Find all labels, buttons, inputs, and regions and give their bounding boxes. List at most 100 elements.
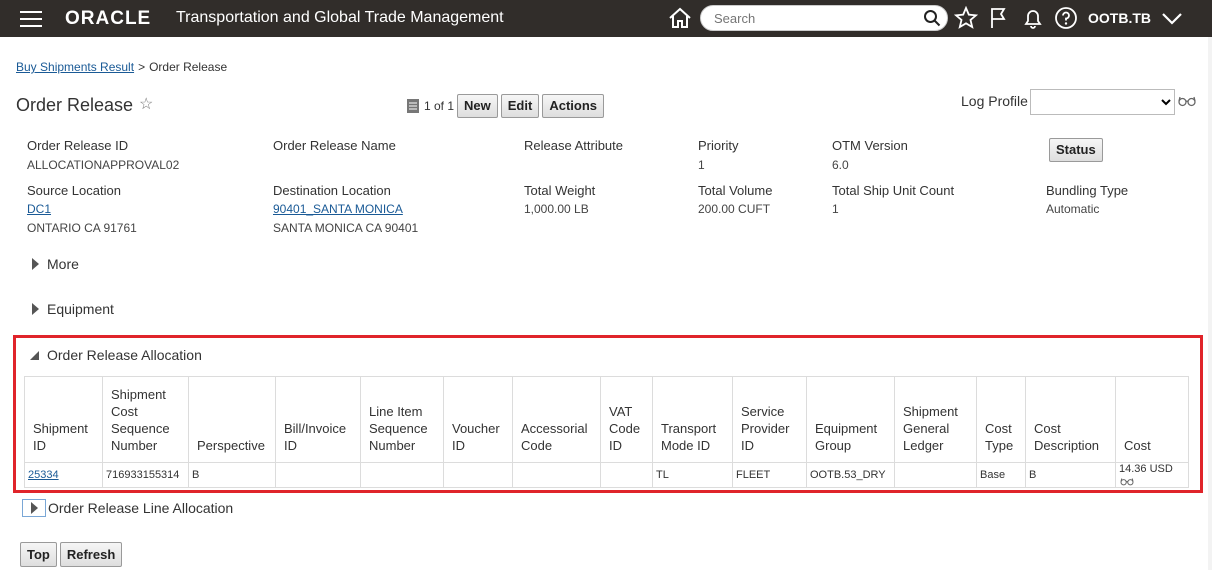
- col-header[interactable]: Cost: [1115, 376, 1189, 463]
- cell-general-ledger: [894, 462, 977, 488]
- allocation-table: Shipment ID Shipment Cost Sequence Numbe…: [24, 376, 1189, 488]
- app-header: ORACLE Transportation and Global Trade M…: [0, 0, 1212, 37]
- favorites-star-icon[interactable]: [954, 6, 978, 30]
- order-release-id-label: Order Release ID: [27, 138, 129, 153]
- section-line-allocation-toggle[interactable]: Order Release Line Allocation: [22, 499, 233, 517]
- col-header[interactable]: Cost Type: [976, 376, 1026, 463]
- cell-cost-description: B: [1025, 462, 1116, 488]
- release-attribute-label: Release Attribute: [524, 138, 624, 153]
- destination-location-link[interactable]: 90401_SANTA MONICA: [273, 202, 403, 216]
- favorite-star-icon[interactable]: ☆: [139, 94, 153, 114]
- destination-location-address: SANTA MONICA CA 90401: [273, 221, 419, 235]
- section-more-label: More: [47, 256, 79, 272]
- order-release-id-value: ALLOCATIONAPPROVAL02: [27, 158, 180, 172]
- col-header[interactable]: Shipment ID: [24, 376, 103, 463]
- log-profile-select[interactable]: [1030, 89, 1175, 115]
- cell-shipment-id[interactable]: 25334: [24, 462, 103, 488]
- record-pager: 1 of 1 New Edit Actions: [406, 94, 604, 118]
- log-profile-label: Log Profile: [961, 93, 1028, 109]
- cell-cost: 14.36 USD: [1115, 462, 1189, 488]
- cell-perspective: B: [188, 462, 276, 488]
- cell-transport-mode: TL: [652, 462, 733, 488]
- shipment-id-link[interactable]: 25334: [28, 469, 59, 481]
- total-ship-unit-count-value: 1: [832, 202, 839, 216]
- bundling-type-label: Bundling Type: [1046, 183, 1129, 198]
- priority-label: Priority: [698, 138, 739, 153]
- table-row: 25334 716933155314 B TL FLEET OOTB.53_DR…: [24, 462, 1189, 488]
- scrollbar[interactable]: [1208, 37, 1212, 570]
- total-volume-label: Total Volume: [698, 183, 773, 198]
- col-header[interactable]: Shipment General Ledger: [894, 376, 977, 463]
- refresh-button[interactable]: Refresh: [59, 542, 123, 567]
- home-icon[interactable]: [668, 7, 692, 29]
- section-equipment-label: Equipment: [47, 301, 114, 317]
- col-header[interactable]: Shipment Cost Sequence Number: [102, 376, 189, 463]
- chevron-down-icon[interactable]: [1160, 9, 1184, 27]
- section-more-toggle[interactable]: More: [32, 256, 79, 272]
- total-ship-unit-count-label: Total Ship Unit Count: [832, 183, 955, 198]
- section-allocation-toggle[interactable]: Order Release Allocation: [28, 347, 202, 363]
- expand-arrow-icon[interactable]: [22, 499, 46, 517]
- page-title: Order Release: [16, 95, 134, 115]
- section-allocation-label: Order Release Allocation: [47, 347, 202, 363]
- bundling-type-value: Automatic: [1046, 202, 1100, 216]
- col-header[interactable]: Service Provider ID: [732, 376, 807, 463]
- status-button[interactable]: Status: [1049, 138, 1103, 162]
- otm-version-value: 6.0: [832, 158, 849, 172]
- section-line-allocation-label: Order Release Line Allocation: [48, 500, 234, 516]
- search-icon[interactable]: [923, 9, 941, 27]
- col-header[interactable]: Transport Mode ID: [652, 376, 733, 463]
- cell-service-provider: FLEET: [732, 462, 807, 488]
- main-content: Buy Shipments Result > Order Release Order…: [4, 37, 1208, 570]
- section-equipment-toggle[interactable]: Equipment: [32, 301, 114, 317]
- global-search[interactable]: [700, 5, 948, 31]
- notifications-bell-icon[interactable]: [1021, 6, 1045, 30]
- collapse-arrow-icon: [30, 351, 39, 360]
- expand-arrow-icon: [32, 258, 39, 270]
- table-header-row: Shipment ID Shipment Cost Sequence Numbe…: [24, 376, 1189, 463]
- breadcrumb: Buy Shipments Result > Order Release: [16, 60, 227, 74]
- col-header[interactable]: Perspective: [188, 376, 276, 463]
- col-header[interactable]: Accessorial Code: [512, 376, 601, 463]
- breadcrumb-parent-link[interactable]: Buy Shipments Result: [16, 60, 134, 74]
- total-weight-value: 1,000.00 LB: [524, 202, 589, 216]
- breadcrumb-current: Order Release: [149, 60, 228, 74]
- hamburger-menu-icon[interactable]: [20, 11, 44, 27]
- source-location-label: Source Location: [27, 183, 121, 198]
- edit-button[interactable]: Edit: [500, 94, 540, 118]
- help-icon[interactable]: [1054, 6, 1078, 30]
- source-location-address: ONTARIO CA 91761: [27, 221, 137, 235]
- col-header[interactable]: Line Item Sequence Number: [360, 376, 444, 463]
- actions-button[interactable]: Actions: [542, 94, 604, 118]
- search-input[interactable]: [714, 9, 914, 27]
- cell-equipment-group: OOTB.53_DRY: [806, 462, 895, 488]
- cell-cost-seq: 716933155314: [102, 462, 189, 488]
- oracle-logo: ORACLE: [65, 8, 152, 29]
- app-title: Transportation and Global Trade Manageme…: [176, 9, 504, 26]
- flag-icon[interactable]: [988, 6, 1012, 30]
- col-header[interactable]: VAT Code ID: [600, 376, 653, 463]
- source-location-link[interactable]: DC1: [27, 202, 51, 216]
- cost-value: 14.36 USD: [1119, 463, 1173, 475]
- cell-cost-type: Base: [976, 462, 1026, 488]
- pager-text: 1 of 1: [424, 99, 455, 113]
- document-list-icon[interactable]: [406, 99, 420, 113]
- glasses-icon[interactable]: [1178, 95, 1196, 107]
- new-button[interactable]: New: [457, 94, 498, 118]
- user-name[interactable]: OOTB.TB: [1088, 10, 1151, 26]
- col-header[interactable]: Cost Description: [1025, 376, 1116, 463]
- otm-version-label: OTM Version: [832, 138, 908, 153]
- expand-arrow-icon: [32, 303, 39, 315]
- top-button[interactable]: Top: [20, 542, 57, 567]
- order-release-name-label: Order Release Name: [273, 138, 396, 153]
- col-header[interactable]: Voucher ID: [443, 376, 513, 463]
- cell-voucher-id: [443, 462, 513, 488]
- glasses-icon[interactable]: [1120, 477, 1134, 486]
- total-volume-value: 200.00 CUFT: [698, 202, 771, 216]
- total-weight-label: Total Weight: [524, 183, 596, 198]
- priority-value: 1: [698, 158, 705, 172]
- col-header[interactable]: Equipment Group: [806, 376, 895, 463]
- footer-buttons: Top Refresh: [20, 542, 123, 567]
- destination-location-label: Destination Location: [273, 183, 391, 198]
- col-header[interactable]: Bill/Invoice ID: [275, 376, 361, 463]
